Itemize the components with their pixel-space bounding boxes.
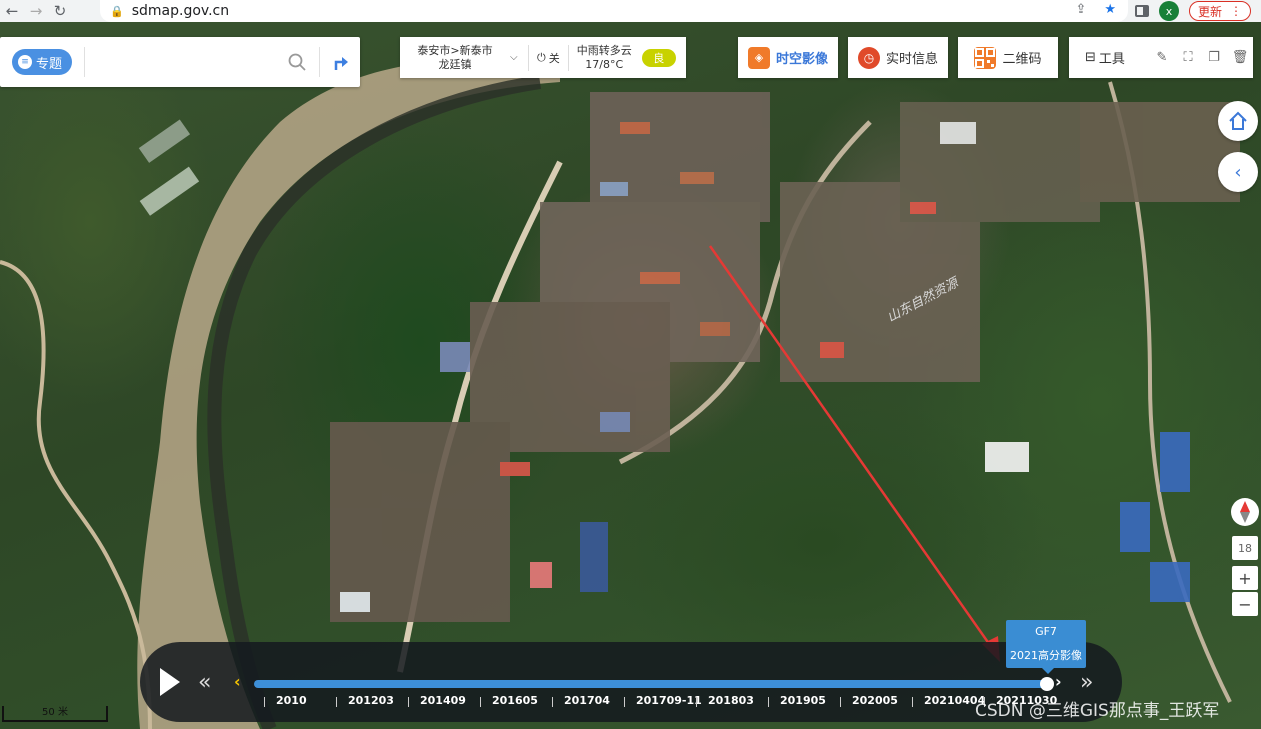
divider	[567, 44, 569, 71]
greenhouse	[139, 166, 200, 216]
location-city: 泰安市>新泰市	[417, 43, 493, 57]
more-menu-icon: ⋮	[1230, 4, 1242, 18]
weather-temp: 17/8°C	[585, 57, 624, 71]
location-weather-panel: 泰安市>新泰市 龙廷镇 ⌵ ⏻ 关 中雨转多云 17/8°C 良	[400, 37, 686, 78]
list-icon: ≡	[18, 55, 32, 69]
aqi-badge: 良	[641, 48, 676, 67]
chevron-left-icon: ‹	[1234, 161, 1242, 183]
weather-info: 中雨转多云 17/8°C	[573, 44, 636, 72]
tooltip-title: GF7	[1035, 625, 1057, 638]
power-icon: ⏻	[537, 50, 546, 64]
side-panel-icon[interactable]	[1134, 5, 1149, 17]
timeline-tick[interactable]: 202005	[840, 694, 898, 707]
scale-bar: 50 米	[2, 706, 108, 722]
timeline-tick[interactable]: 201409	[408, 694, 466, 707]
timeline-tick[interactable]: 201803	[696, 694, 754, 707]
search-input[interactable]	[93, 47, 287, 77]
rewind-icon[interactable]: «	[198, 670, 211, 695]
power-toggle[interactable]: ⏻ 关	[533, 50, 564, 66]
timeline-tick[interactable]: 201704	[552, 694, 610, 707]
timeline-tick[interactable]: 201905	[768, 694, 826, 707]
timeline-tick[interactable]: 201605	[480, 694, 538, 707]
window-icon[interactable]: ❐	[1201, 50, 1227, 65]
address-bar[interactable]: 🔒 sdmap.gov.cn ⇪ ★	[100, 0, 1128, 22]
search-panel: ≡ 专题	[0, 37, 360, 87]
toolbox-icon: ⊟	[1085, 50, 1096, 65]
location-town: 龙廷镇	[438, 57, 472, 71]
timeline-tick[interactable]: 201709-11	[624, 694, 702, 707]
watermark: CSDN @三维GIS那点事_王跃军	[975, 701, 1220, 721]
compass[interactable]	[1231, 498, 1259, 526]
timespace-imagery-button[interactable]: ◈ 时空影像	[738, 37, 838, 78]
route-icon[interactable]	[320, 53, 360, 71]
browser-toolbar: ← → ↻ 🔒 sdmap.gov.cn ⇪ ★ x 更新 ⋮	[0, 0, 1261, 22]
reload-icon[interactable]: ↻	[48, 0, 72, 22]
zoom-level: 18	[1232, 536, 1258, 560]
home-button[interactable]	[1218, 101, 1258, 141]
topic-label: 专题	[36, 56, 63, 72]
timeline-thumb[interactable]	[1040, 677, 1054, 691]
greenhouse	[138, 119, 191, 163]
bookmark-star-icon[interactable]: ★	[1104, 2, 1116, 17]
topic-button[interactable]: ≡ 专题	[12, 49, 73, 75]
forward-icon[interactable]: →	[24, 0, 48, 22]
realtime-info-button[interactable]: ◷ 实时信息	[848, 37, 948, 78]
timeline-tick[interactable]: 201203	[336, 694, 394, 707]
timeline-tooltip: GF7 2021高分影像	[1006, 620, 1086, 674]
play-icon[interactable]	[158, 666, 182, 698]
qrcode-label: 二维码	[1002, 52, 1042, 67]
zoom-out-button[interactable]: −	[1232, 592, 1258, 616]
location-selector[interactable]: 泰安市>新泰市 龙廷镇	[400, 44, 510, 72]
url-text: sdmap.gov.cn	[131, 3, 230, 19]
edit-icon[interactable]: ✎	[1149, 50, 1175, 65]
fast-forward-icon[interactable]: »	[1080, 670, 1093, 695]
back-icon[interactable]: ←	[0, 0, 24, 22]
timeline-track[interactable]	[254, 680, 1046, 688]
divider	[528, 44, 529, 71]
zoom-in-button[interactable]: +	[1232, 566, 1258, 590]
timeline-tick[interactable]: 2010	[264, 694, 307, 707]
qrcode-button[interactable]: 二维码	[958, 37, 1058, 78]
dirt-road-west	[0, 260, 152, 729]
screenshot-icon[interactable]: ⛶	[1175, 50, 1201, 65]
timeline-ticks: 2010 201203 201409 201605 201704 201709-11 201…	[254, 694, 1057, 714]
home-icon	[1229, 111, 1247, 130]
tools-button[interactable]: ⊟ 工具	[1069, 48, 1149, 67]
weather-condition: 中雨转多云	[576, 43, 632, 57]
timespace-label: 时空影像	[775, 52, 828, 67]
village-buildings	[330, 92, 1240, 622]
update-label: 更新	[1197, 4, 1222, 19]
qrcode-icon	[974, 46, 997, 69]
trash-icon[interactable]: 🗑	[1227, 50, 1253, 65]
profile-avatar[interactable]: x	[1158, 1, 1179, 21]
next-icon[interactable]: ›	[1055, 672, 1062, 691]
prev-icon[interactable]: ‹	[234, 672, 241, 691]
share-icon[interactable]: ⇪	[1075, 2, 1086, 17]
divider	[84, 47, 86, 77]
collapse-button[interactable]: ‹	[1218, 152, 1258, 192]
tools-label: 工具	[1098, 52, 1125, 67]
chevron-down-icon[interactable]: ⌵	[510, 52, 524, 63]
lock-icon: 🔒	[110, 4, 124, 18]
update-button[interactable]: 更新 ⋮	[1188, 1, 1251, 21]
search-icon[interactable]	[287, 52, 307, 72]
compass-icon	[1240, 501, 1250, 523]
tooltip-subtitle: 2021高分影像	[1010, 649, 1082, 662]
power-label: 关	[548, 51, 560, 65]
tools-panel: ⊟ 工具 ✎ ⛶ ❐ 🗑	[1069, 37, 1253, 78]
realtime-label: 实时信息	[885, 52, 938, 67]
clock-icon: ◷	[857, 46, 880, 69]
layers-clock-icon: ◈	[747, 46, 770, 69]
